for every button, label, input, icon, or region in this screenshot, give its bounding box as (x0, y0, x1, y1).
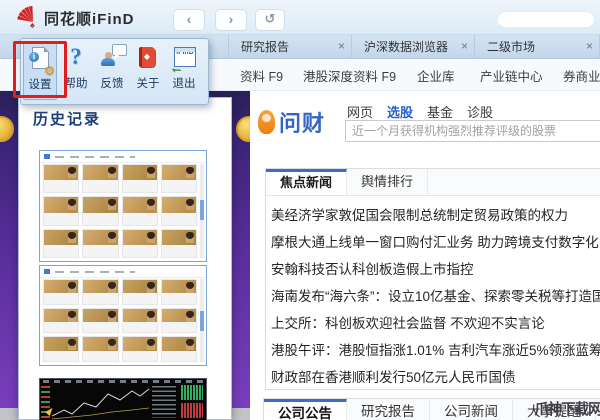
wencai-nav-tabs: 网页 选股 基金 诊股 (347, 102, 493, 121)
news-item[interactable]: 海南发布“海六条”：设立10亿基金、探索零关税等打造国 (271, 283, 600, 310)
nav-refresh-button[interactable]: ↺ (255, 9, 285, 31)
tab-company-news[interactable]: 公司新闻 (430, 399, 513, 420)
chart-red-histogram (181, 403, 203, 418)
history-thumbnail-card-page[interactable] (39, 150, 207, 262)
wencai-logo-text: 问财 (279, 111, 326, 136)
chart-green-histogram (181, 385, 203, 400)
tab-label: 沪深数据浏览器 (364, 39, 449, 54)
tab-label: 二级市场 (487, 39, 536, 54)
settings-icon: i ⚙ (24, 43, 56, 78)
chart-menu-strip (43, 380, 203, 383)
wencai-search-input[interactable] (345, 120, 600, 142)
news-tab-bar: 焦点新闻 舆情排行 (266, 169, 600, 196)
menu-item-hk-profile-f9[interactable]: 港股深度资料 F9 (303, 66, 396, 85)
news-section: 焦点新闻 舆情排行 美经济学家敦促国会限制总统制定贸易政策的权力 摩根大通上线单… (265, 168, 600, 390)
dropdown-item-label: 反馈 (100, 78, 124, 90)
nav-forward-button[interactable]: › (215, 9, 247, 31)
close-icon[interactable]: × (451, 39, 468, 53)
news-list: 美经济学家敦促国会限制总统制定贸易政策的权力 摩根大通上线单一窗口购付汇业务 助… (266, 196, 600, 391)
tab-research-report[interactable]: 研究报告 × (228, 34, 352, 58)
title-bar: ♠ 同花顺iFinD ‹ › ↺ (0, 0, 600, 35)
dropdown-item-label: 退出 (172, 78, 196, 90)
titlebar-search-input[interactable] (497, 11, 595, 28)
history-thumbnail-card-page[interactable] (39, 265, 207, 366)
wencai-content-pane: 问财 网页 选股 基金 诊股 焦点新闻 舆情排行 美经济学家敦促国会限制总统制定… (250, 90, 600, 420)
close-icon[interactable]: × (576, 39, 593, 53)
wencai-mascot-icon (258, 110, 275, 134)
exit-icon: iFinD ← (167, 42, 201, 74)
coin-icon (236, 116, 250, 142)
wencai-tab-web[interactable]: 网页 (347, 102, 373, 121)
news-item[interactable]: 港股午评：港股恒指涨1.01% 吉利汽车涨近5%领涨蓝筹 (271, 337, 600, 364)
news-item[interactable]: 摩根大通上线单一窗口购付汇业务 助力跨境支付数字化 (271, 229, 600, 256)
tab-focus-news[interactable]: 焦点新闻 (266, 169, 348, 195)
tonghuashun-logo-icon: ♠ (17, 6, 35, 29)
chart-line (52, 388, 150, 420)
menu-item-industry-chain-center[interactable]: 产业链中心 (480, 66, 543, 85)
news-item[interactable]: 美经济学家敦促国会限制总统制定贸易政策的权力 (271, 202, 600, 229)
dropdown-item-help[interactable]: ? 帮助 (59, 42, 93, 100)
tab-research-reports[interactable]: 研究报告 (347, 399, 430, 420)
feedback-icon (95, 42, 129, 74)
wencai-tab-fund[interactable]: 基金 (427, 102, 453, 121)
chart-quote-list (152, 386, 176, 418)
history-panel-title: 历史记录 (33, 111, 102, 128)
dropdown-item-label: 设置 (28, 79, 52, 91)
settings-dropdown-menu: i ⚙ 设置 ? 帮助 反馈 ◆ 关于 iFinD ← 退出 (20, 38, 209, 105)
history-thumbnail-stock-chart[interactable] (39, 378, 207, 420)
dropdown-item-label: 关于 (136, 78, 160, 90)
news-item[interactable]: 上交所：科创板欢迎社会监督 不欢迎不实言论 (271, 310, 600, 337)
tab-data-browser[interactable]: 沪深数据浏览器 × (351, 34, 475, 58)
thumbnail-card-grid (43, 164, 197, 258)
tab-sentiment-ranking[interactable]: 舆情排行 (347, 169, 429, 195)
help-icon: ? (70, 44, 82, 69)
close-icon[interactable]: × (328, 39, 345, 53)
wencai-tab-diagnose[interactable]: 诊股 (467, 102, 493, 121)
thumbnail-page-header (40, 266, 206, 278)
coin-icon (0, 116, 14, 142)
menu-item-profile-f9[interactable]: 资料 F9 (240, 66, 283, 85)
tab-secondary-market[interactable]: 二级市场 × (474, 34, 600, 58)
thumbnail-scrollbar (200, 164, 204, 258)
svg-text:♠: ♠ (30, 20, 35, 29)
history-panel: 历史记录 (18, 97, 232, 420)
thumbnail-scrollbar (200, 279, 204, 362)
site-watermark: 爪神下载网 (534, 401, 600, 418)
dropdown-item-feedback[interactable]: 反馈 (95, 42, 129, 100)
menu-item-broker-business[interactable]: 券商业务 (563, 66, 600, 85)
thumbnail-page-header (40, 151, 206, 163)
wencai-tab-stock-pick[interactable]: 选股 (387, 102, 413, 121)
wencai-logo[interactable]: 问财 (258, 106, 325, 138)
news-item[interactable]: 安翰科技否认科创板造假上市指控 (271, 256, 600, 283)
ifind-app-window: ♠ 同花顺iFinD ‹ › ↺ 研究报告 × 沪深数据浏览器 × 二级市场 ×… (0, 0, 600, 420)
dropdown-item-about[interactable]: ◆ 关于 (131, 42, 165, 100)
tab-label: 研究报告 (241, 39, 290, 54)
app-title: 同花顺iFinD (44, 11, 135, 28)
dropdown-item-label: 帮助 (64, 78, 88, 90)
nav-back-button[interactable]: ‹ (173, 9, 205, 31)
menu-item-enterprise-library[interactable]: 企业库 (417, 66, 455, 85)
news-item[interactable]: 财政部在香港顺利发行50亿元人民币国债 (271, 364, 600, 391)
about-icon: ◆ (131, 42, 165, 74)
dropdown-item-settings[interactable]: i ⚙ 设置 (23, 42, 57, 100)
dropdown-item-exit[interactable]: iFinD ← 退出 (167, 42, 201, 100)
thumbnail-card-grid (43, 279, 197, 362)
tab-company-announcements[interactable]: 公司公告 (264, 399, 347, 420)
